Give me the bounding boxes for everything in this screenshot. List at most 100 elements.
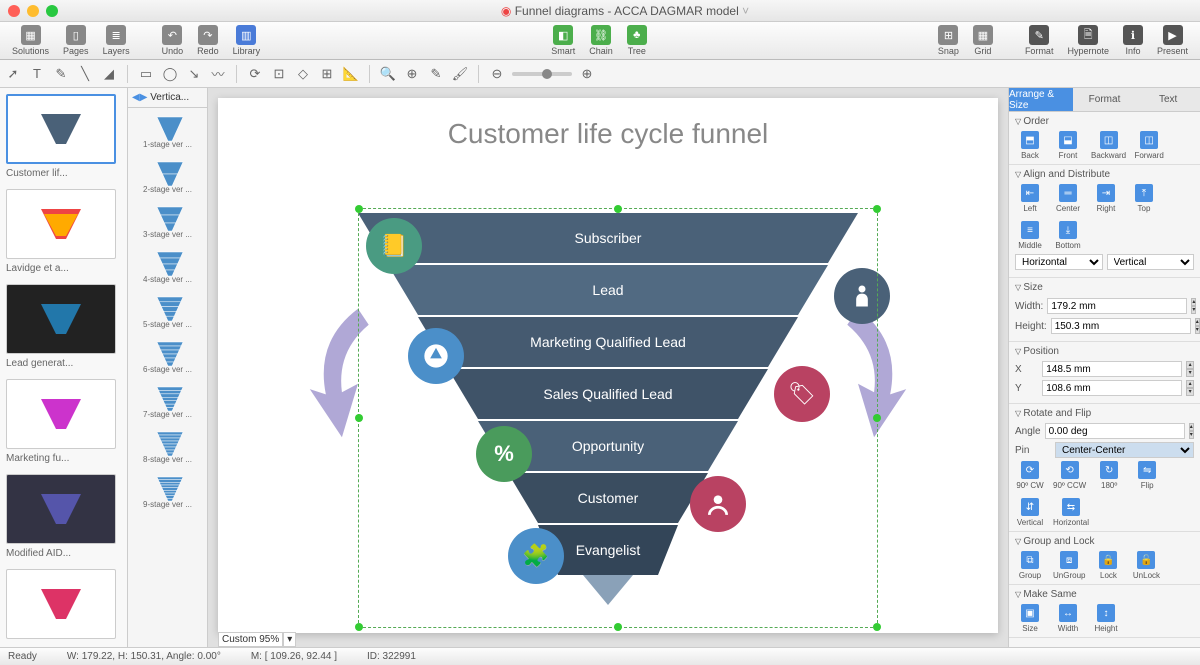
undo-button[interactable]: ↶Undo	[156, 23, 190, 58]
page-thumb-3[interactable]: Lead generat...	[6, 284, 121, 369]
section-make-same[interactable]: Make Same	[1015, 589, 1194, 600]
format-button[interactable]: ✎Format	[1019, 23, 1060, 58]
lib-item-3[interactable]: 3-stage ver ...	[132, 202, 203, 239]
present-button[interactable]: ▶Present	[1151, 23, 1194, 58]
zoom-tool[interactable]: ⊕	[403, 65, 421, 83]
flip[interactable]: ⇋Flip	[1132, 461, 1162, 490]
line-tool[interactable]: ╲	[76, 65, 94, 83]
close-window[interactable]	[8, 5, 20, 17]
group-btn[interactable]: ⧉Group	[1015, 551, 1045, 580]
tab-arrange[interactable]: Arrange & Size	[1009, 88, 1073, 112]
align-left[interactable]: ⇤Left	[1015, 184, 1045, 213]
lib-item-7[interactable]: 7-stage ver ...	[132, 382, 203, 419]
lock-btn[interactable]: 🔒Lock	[1093, 551, 1123, 580]
pos-x-input[interactable]	[1042, 361, 1182, 377]
canvas-area[interactable]: Customer life cycle funnel SubscriberLea…	[208, 88, 1008, 647]
funnel-stage-2[interactable]: Lead	[388, 265, 828, 315]
align-center[interactable]: ═Center	[1053, 184, 1083, 213]
zoom-in-icon2[interactable]: ⊕	[578, 65, 596, 83]
library-header[interactable]: ◀▶ Vertica...	[128, 88, 207, 108]
page-thumb-1[interactable]: Customer lif...	[6, 94, 121, 179]
fill-tool[interactable]: ◢	[100, 65, 118, 83]
zoom-window[interactable]	[46, 5, 58, 17]
solutions-button[interactable]: ▦Solutions	[6, 23, 55, 58]
tab-text[interactable]: Text	[1136, 88, 1200, 112]
funnel-stage-6[interactable]: Customer	[508, 473, 708, 523]
page-thumb-2[interactable]: Lavidge et a...	[6, 189, 121, 274]
height-input[interactable]	[1051, 318, 1191, 334]
note-tool[interactable]: ✎	[52, 65, 70, 83]
width-input[interactable]	[1047, 298, 1187, 314]
text-tool[interactable]: T	[28, 65, 46, 83]
same-height[interactable]: ↕Height	[1091, 604, 1121, 633]
grid-button[interactable]: ▦Grid	[967, 23, 999, 58]
spline-tool[interactable]: 〰	[209, 65, 227, 83]
align-bottom[interactable]: ⤓Bottom	[1053, 221, 1083, 250]
align-top[interactable]: ⤒Top	[1129, 184, 1159, 213]
tree-button[interactable]: ♣Tree	[621, 23, 653, 58]
section-align[interactable]: Align and Distribute	[1015, 169, 1194, 180]
smart-button[interactable]: ◧Smart	[545, 23, 581, 58]
same-size[interactable]: ▣Size	[1015, 604, 1045, 633]
pin-select[interactable]: Center-Center	[1055, 442, 1194, 458]
rotate-ccw[interactable]: ⟲90º CCW	[1053, 461, 1086, 490]
shape-tool[interactable]: ◇	[294, 65, 312, 83]
unlock-btn[interactable]: 🔓UnLock	[1131, 551, 1161, 580]
eyedropper-tool[interactable]: ✎	[427, 65, 445, 83]
lib-item-5[interactable]: 5-stage ver ...	[132, 292, 203, 329]
zoom-slider[interactable]	[512, 72, 572, 76]
lib-item-2[interactable]: 2-stage ver ...	[132, 157, 203, 194]
pointer-tool[interactable]: ➚	[4, 65, 22, 83]
zoom-out-icon[interactable]: ⊖	[488, 65, 506, 83]
funnel-stage-1[interactable]: Subscriber	[358, 213, 858, 263]
page-thumb-4[interactable]: Marketing fu...	[6, 379, 121, 464]
pages-button[interactable]: ▯Pages	[57, 23, 95, 58]
order-front[interactable]: ⬓Front	[1053, 131, 1083, 160]
page-thumb-6[interactable]	[6, 569, 121, 639]
dims-tool[interactable]: ⊞	[318, 65, 336, 83]
snap-button[interactable]: ⊞Snap	[932, 23, 965, 58]
section-size[interactable]: Size	[1015, 282, 1194, 293]
order-forward[interactable]: ◫Forward	[1134, 131, 1164, 160]
lib-item-4[interactable]: 4-stage ver ...	[132, 247, 203, 284]
minimize-window[interactable]	[27, 5, 39, 17]
rotate-tool[interactable]: ⟳	[246, 65, 264, 83]
lib-item-8[interactable]: 8-stage ver ...	[132, 427, 203, 464]
lib-item-9[interactable]: 9-stage ver ...	[132, 472, 203, 509]
crop-tool[interactable]: ⊡	[270, 65, 288, 83]
rect-tool[interactable]: ▭	[137, 65, 155, 83]
distribute-v[interactable]: Vertical	[1107, 254, 1195, 270]
connector-tool[interactable]: ↘	[185, 65, 203, 83]
tab-format[interactable]: Format	[1073, 88, 1137, 112]
order-backward[interactable]: ◫Backward	[1091, 131, 1126, 160]
funnel-stage-3[interactable]: Marketing Qualified Lead	[418, 317, 798, 367]
section-position[interactable]: Position	[1015, 346, 1194, 357]
section-order[interactable]: Order	[1015, 116, 1194, 127]
align-right[interactable]: ⇥Right	[1091, 184, 1121, 213]
measure-tool[interactable]: 📐	[342, 65, 360, 83]
funnel-stage-4[interactable]: Sales Qualified Lead	[448, 369, 768, 419]
brush-tool[interactable]: 🖌	[451, 65, 469, 83]
zoom-dropdown[interactable]: Custom 95%▾	[218, 633, 296, 645]
order-back[interactable]: ⬒Back	[1015, 131, 1045, 160]
distribute-h[interactable]: Horizontal	[1015, 254, 1103, 270]
angle-input[interactable]	[1045, 423, 1185, 439]
lib-item-1[interactable]: 1-stage ver ...	[132, 112, 203, 149]
flip-h[interactable]: ⇆Horizontal	[1053, 498, 1089, 527]
ungroup-btn[interactable]: ⧈UnGroup	[1053, 551, 1085, 580]
info-button[interactable]: ℹInfo	[1117, 23, 1149, 58]
rotate-180[interactable]: ↻180º	[1094, 461, 1124, 490]
page-thumb-5[interactable]: Modified AID...	[6, 474, 121, 559]
section-group[interactable]: Group and Lock	[1015, 536, 1194, 547]
ellipse-tool[interactable]: ◯	[161, 65, 179, 83]
zoom-in-icon[interactable]: 🔍	[379, 65, 397, 83]
same-width[interactable]: ↔Width	[1053, 604, 1083, 633]
rotate-cw[interactable]: ⟳90º CW	[1015, 461, 1045, 490]
align-middle[interactable]: ≡Middle	[1015, 221, 1045, 250]
hypernote-button[interactable]: 🗎Hypernote	[1061, 23, 1115, 58]
canvas[interactable]: Customer life cycle funnel SubscriberLea…	[218, 98, 998, 633]
section-rotate[interactable]: Rotate and Flip	[1015, 408, 1194, 419]
redo-button[interactable]: ↷Redo	[191, 23, 225, 58]
chain-button[interactable]: ⛓Chain	[583, 23, 619, 58]
library-button[interactable]: ▥Library	[227, 23, 267, 58]
